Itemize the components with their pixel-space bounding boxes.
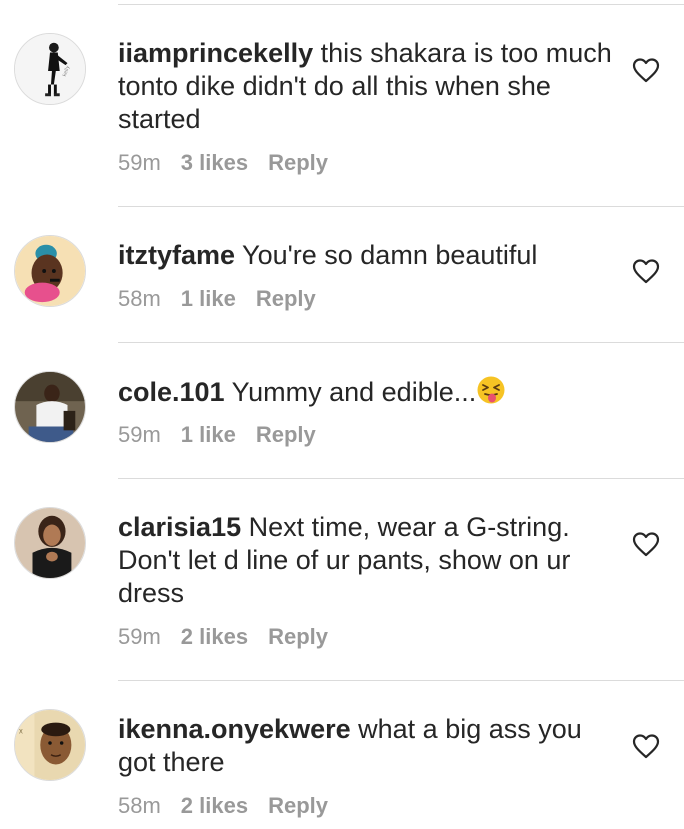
comment-time: 59m — [118, 422, 161, 447]
heart-outline-icon[interactable] — [632, 57, 660, 83]
divider — [118, 478, 684, 479]
comment-likes[interactable]: 1 like — [181, 422, 236, 448]
avatar[interactable] — [14, 371, 86, 443]
heart-outline-icon[interactable] — [632, 531, 660, 557]
comment-text: ikenna.onyekwere what a big ass you got … — [118, 713, 618, 779]
avatar[interactable]: X — [14, 709, 86, 781]
comment-username[interactable]: iiamprincekelly — [118, 38, 313, 68]
comment-time: 59m — [118, 624, 161, 649]
avatar[interactable] — [14, 507, 86, 579]
comment-time: 58m — [118, 286, 161, 311]
reply-button[interactable]: Reply — [268, 150, 328, 176]
comment-meta: 58m 2 likes Reply — [118, 793, 328, 819]
reply-button[interactable]: Reply — [268, 624, 328, 650]
comment-likes[interactable]: 3 likes — [181, 150, 248, 176]
comment-username[interactable]: itztyfame — [118, 240, 235, 270]
heart-outline-icon[interactable] — [632, 258, 660, 284]
comment-likes[interactable]: 2 likes — [181, 793, 248, 819]
divider — [118, 4, 684, 5]
comment-username[interactable]: clarisia15 — [118, 512, 241, 542]
comment-text: clarisia15 Next time, wear a G-string. D… — [118, 511, 618, 610]
svg-text:X: X — [19, 729, 23, 735]
comment-meta: 58m 1 like Reply — [118, 286, 316, 312]
comment-meta: 59m 3 likes Reply — [118, 150, 328, 176]
comment-time: 58m — [118, 793, 161, 818]
comment-text: cole.101 Yummy and edible... — [118, 375, 618, 409]
comment-likes[interactable]: 1 like — [181, 286, 236, 312]
squinting-tongue-face-emoji — [476, 375, 506, 405]
comment-text: itztyfame You're so damn beautiful — [118, 239, 618, 272]
divider — [118, 342, 684, 343]
divider — [118, 680, 684, 681]
reply-button[interactable]: Reply — [256, 286, 316, 312]
comment-meta: 59m 2 likes Reply — [118, 624, 328, 650]
comment-username[interactable]: ikenna.onyekwere — [118, 714, 351, 744]
comment-body: Yummy and edible... — [231, 377, 477, 407]
avatar[interactable] — [14, 235, 86, 307]
comment-meta: 59m 1 like Reply — [118, 422, 316, 448]
avatar[interactable]: kelly — [14, 33, 86, 105]
heart-outline-icon[interactable] — [632, 733, 660, 759]
comment-time: 59m — [118, 150, 161, 175]
comment-body: You're so damn beautiful — [242, 240, 538, 270]
reply-button[interactable]: Reply — [268, 793, 328, 819]
comment-likes[interactable]: 2 likes — [181, 624, 248, 650]
comment-username[interactable]: cole.101 — [118, 377, 225, 407]
comment-text: iiamprincekelly this shakara is too much… — [118, 37, 618, 136]
divider — [118, 206, 684, 207]
reply-button[interactable]: Reply — [256, 422, 316, 448]
